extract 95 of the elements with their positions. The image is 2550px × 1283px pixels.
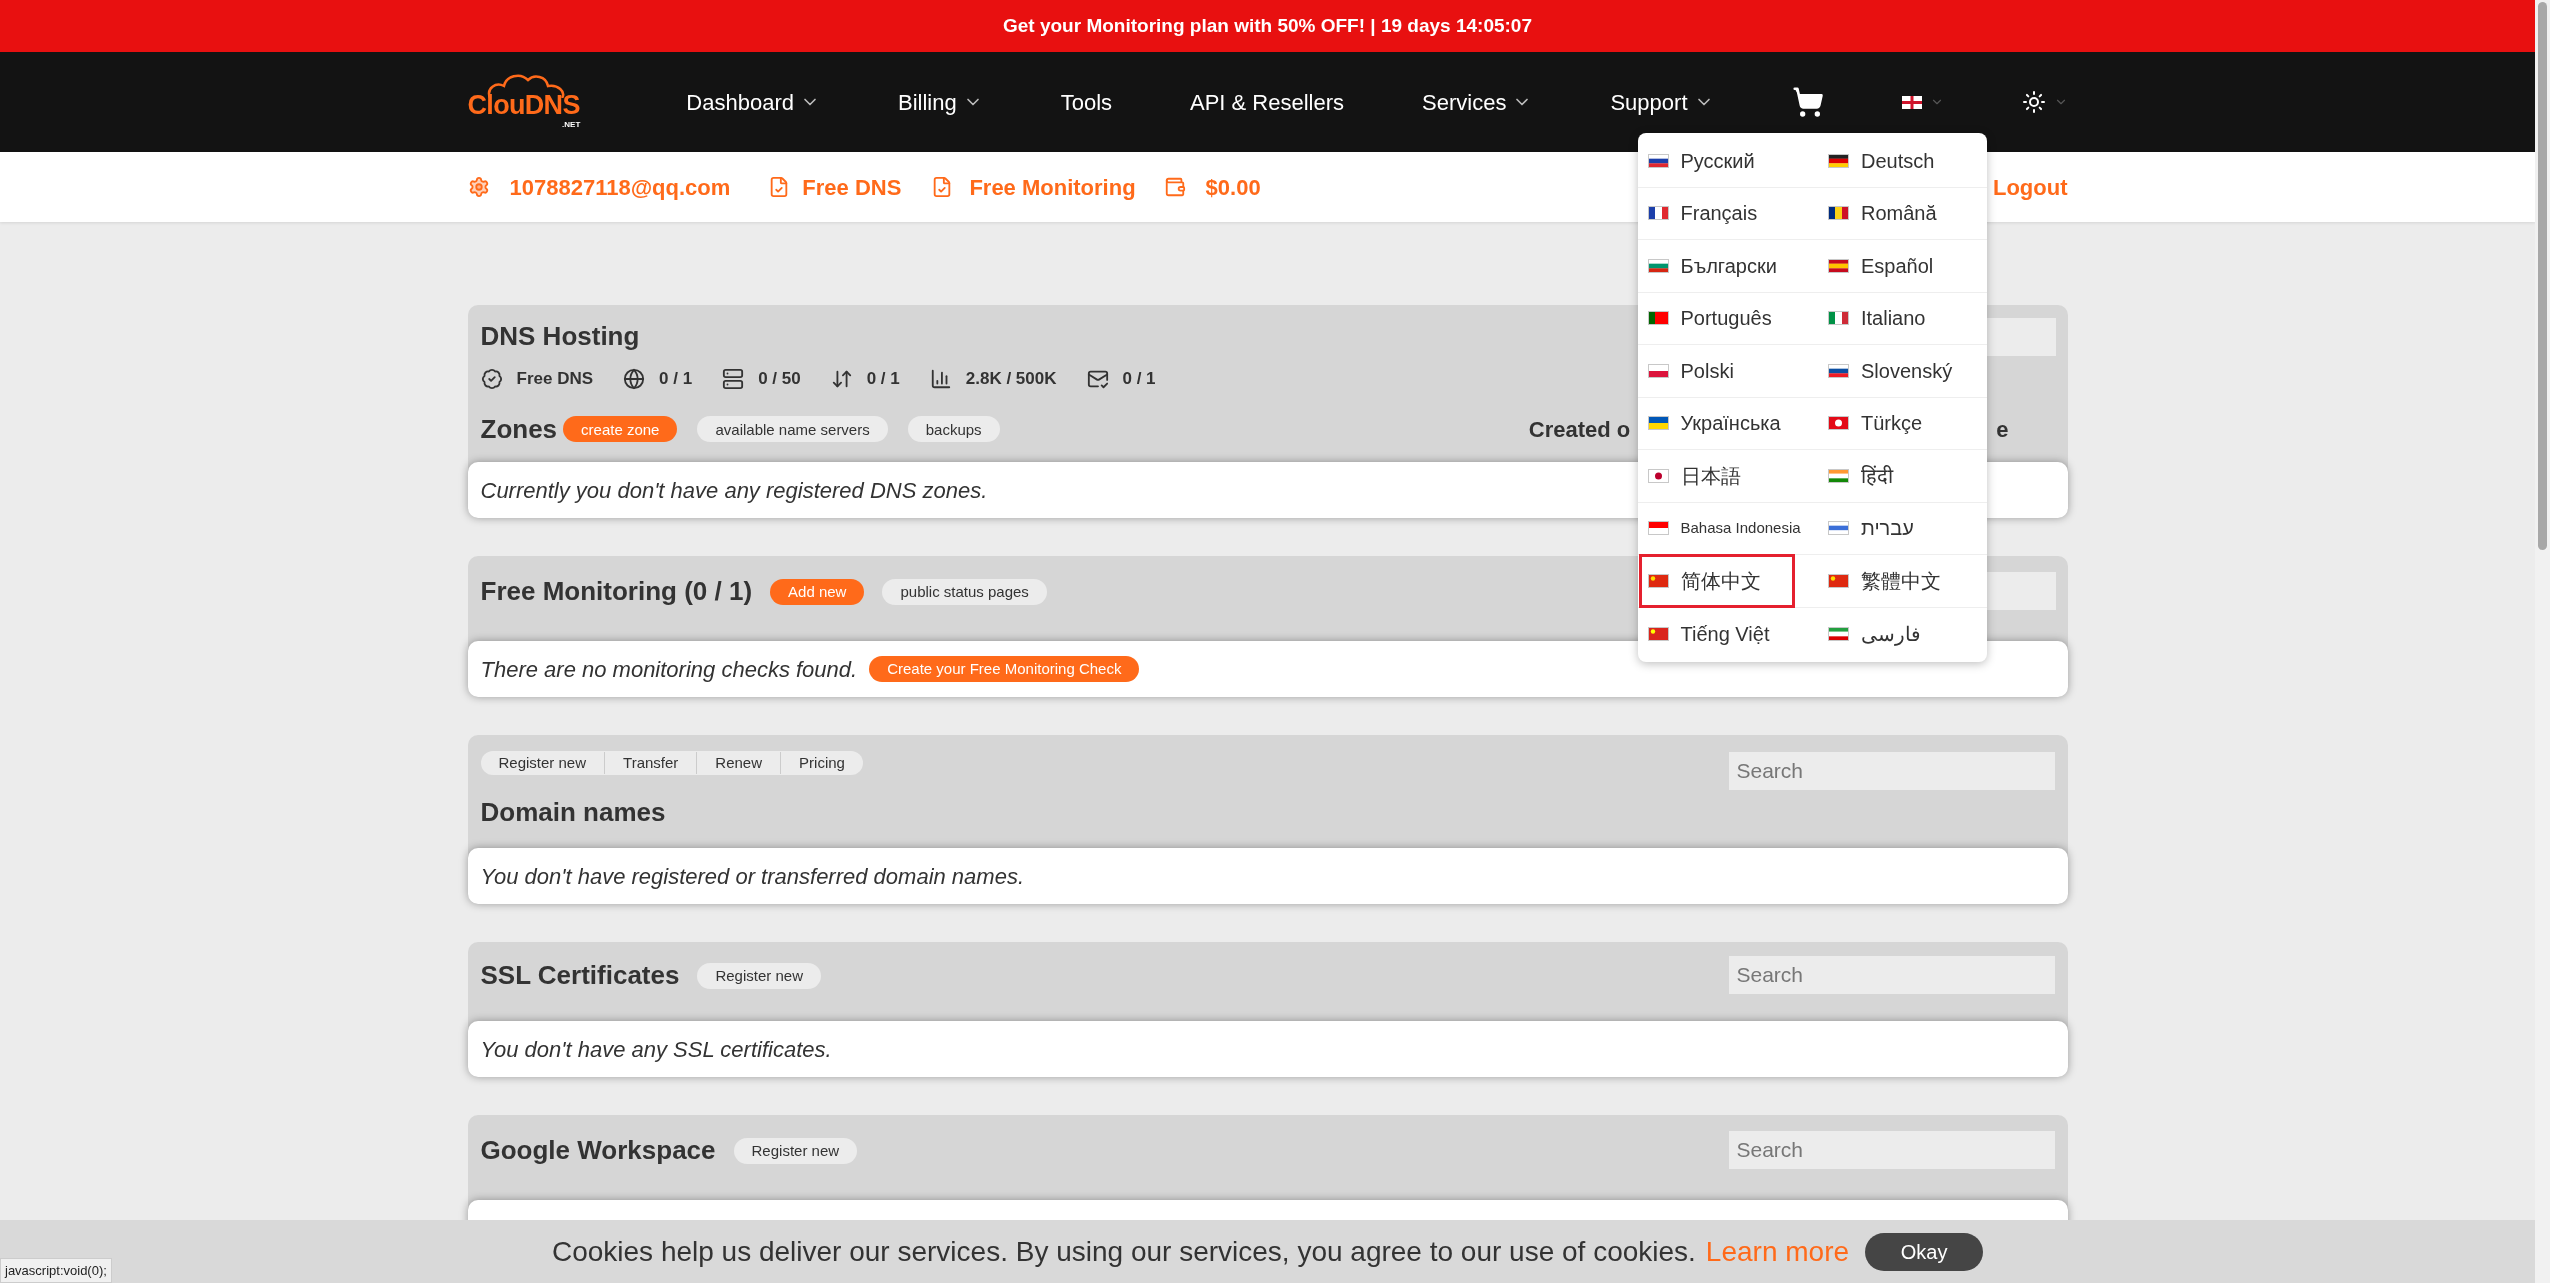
pill-button[interactable]: public status pages [882, 578, 1047, 605]
language-option[interactable]: 简体中文 [1641, 556, 1792, 605]
language-option[interactable]: فارسی [1822, 609, 1927, 658]
empty-message: You don't have any SSL certificates. [480, 1035, 832, 1064]
language-option[interactable]: Español [1822, 241, 1940, 290]
language-option[interactable]: Português [1641, 294, 1778, 343]
language-option[interactable]: Tiếng Việt [1641, 609, 1776, 658]
stat-value: 0 / 1 [1122, 368, 1156, 390]
language-option[interactable]: Deutsch [1822, 136, 1941, 185]
stat-value: Free DNS [516, 368, 594, 390]
server-icon [722, 367, 745, 390]
language-option[interactable]: 日本語 [1641, 451, 1747, 500]
flag-icon [1828, 206, 1849, 221]
nav-item[interactable]: Billing [897, 85, 983, 119]
language-option[interactable]: Български [1641, 241, 1783, 290]
search-field[interactable]: Search [1728, 956, 2055, 994]
stat-value: 0 / 1 [659, 368, 693, 390]
pill-button[interactable]: backups [907, 416, 1000, 442]
bar-chart-icon [929, 367, 952, 390]
language-option[interactable]: Français [1641, 189, 1764, 238]
cart-icon[interactable] [1791, 86, 1824, 118]
pill-button[interactable]: available name servers [697, 416, 888, 442]
panel-title: Free Monitoring (0 / 1) [480, 575, 753, 608]
scrollbar-thumb[interactable] [2538, 2, 2547, 550]
flag-icon [1828, 626, 1849, 641]
panel-title: Domain names [480, 796, 667, 829]
nav-item[interactable]: Support [1610, 85, 1714, 119]
flag-icon [1647, 206, 1669, 221]
stat-value: 0 / 1 [866, 368, 900, 390]
language-option[interactable]: Русский [1641, 136, 1761, 185]
flag-icon [1647, 258, 1669, 273]
cookie-message: Cookies help us deliver our services. By using our services, you agree to our use of cookies. [551, 1234, 1696, 1269]
section-label: Zones [480, 412, 558, 446]
flag-icon [1647, 363, 1669, 378]
nav-item[interactable]: API & Resellers [1190, 85, 1345, 119]
globe-icon [623, 367, 646, 390]
panel-title: Google Workspace [480, 1134, 716, 1167]
logo[interactable]: ClouDNS .NET [467, 72, 583, 132]
flag-icon [1828, 521, 1849, 536]
empty-message: There are no monitoring checks found. [480, 655, 858, 684]
status-url: javascript:void(0); [0, 1257, 112, 1283]
language-option[interactable]: Italiano [1822, 294, 1932, 343]
empty-message: You don't have registered or transferred domain names. [480, 862, 1024, 891]
flag-icon [1647, 311, 1669, 326]
flag-icon [1828, 416, 1849, 431]
language-option[interactable]: Українська [1641, 399, 1787, 448]
stat-value: 0 / 50 [758, 368, 801, 390]
flag-icon [1828, 153, 1849, 168]
flag-icon [1828, 311, 1849, 326]
badge-icon [480, 367, 503, 390]
flag-icon [1828, 363, 1849, 378]
promo-banner[interactable]: Get your Monitoring plan with 50% OFF! | 19 days 14:05:07 [0, 0, 2535, 52]
nav-item[interactable]: Dashboard [686, 85, 820, 119]
flag-icon [1647, 416, 1669, 431]
language-option[interactable]: Bahasa Indonesia [1641, 504, 1807, 553]
logo-text: ClouDNS [467, 92, 580, 119]
flag-icon [1828, 573, 1849, 588]
language-option[interactable]: 繁體中文 [1822, 556, 1947, 605]
tab-button[interactable]: Renew [696, 751, 781, 775]
language-option[interactable]: Polski [1641, 346, 1740, 395]
nav-item[interactable]: Services [1422, 85, 1533, 119]
sun-icon [2021, 90, 2046, 114]
search-field[interactable]: Search [1728, 752, 2055, 790]
settings-icon [467, 176, 490, 198]
language-button[interactable] [1901, 95, 1944, 109]
panel-title: DNS Hosting [480, 320, 640, 353]
pill-button[interactable]: Register new [733, 1137, 858, 1164]
language-option[interactable]: हिंदी [1822, 451, 1899, 500]
panel-title: SSL Certificates [480, 959, 680, 992]
column-header: Created o [1528, 415, 1631, 444]
flag-icon [1647, 153, 1669, 168]
search-field[interactable]: Search [1728, 1131, 2055, 1169]
flag-icon [1647, 573, 1669, 588]
flag-icon [1647, 626, 1669, 641]
flag-icon [1901, 95, 1922, 109]
flag-icon [1828, 468, 1849, 483]
pill-button[interactable]: Register new [697, 962, 821, 989]
empty-message: Currently you don't have any registered DNS zones. [480, 476, 988, 505]
language-option[interactable]: Română [1822, 189, 1943, 238]
tab-button[interactable]: Register new [480, 751, 605, 775]
stat-value: 2.8K / 500K [965, 368, 1057, 390]
language-option[interactable]: עברית [1822, 504, 1920, 553]
theme-button[interactable] [2021, 90, 2068, 114]
wallet-icon [1163, 176, 1186, 198]
nav-item[interactable]: Tools [1060, 85, 1112, 119]
okay-button[interactable]: Okay [1865, 1232, 1984, 1271]
tab-button[interactable]: Pricing [780, 751, 863, 775]
flag-icon [1828, 258, 1849, 273]
language-option[interactable]: Türkçe [1822, 399, 1929, 448]
language-option[interactable]: Slovenský [1822, 346, 1959, 395]
flag-icon [1647, 521, 1669, 536]
tab-button[interactable]: Transfer [604, 751, 697, 775]
column-header: e [1996, 415, 2009, 444]
logo-suffix: .NET [562, 121, 581, 129]
flag-icon [1647, 468, 1669, 483]
